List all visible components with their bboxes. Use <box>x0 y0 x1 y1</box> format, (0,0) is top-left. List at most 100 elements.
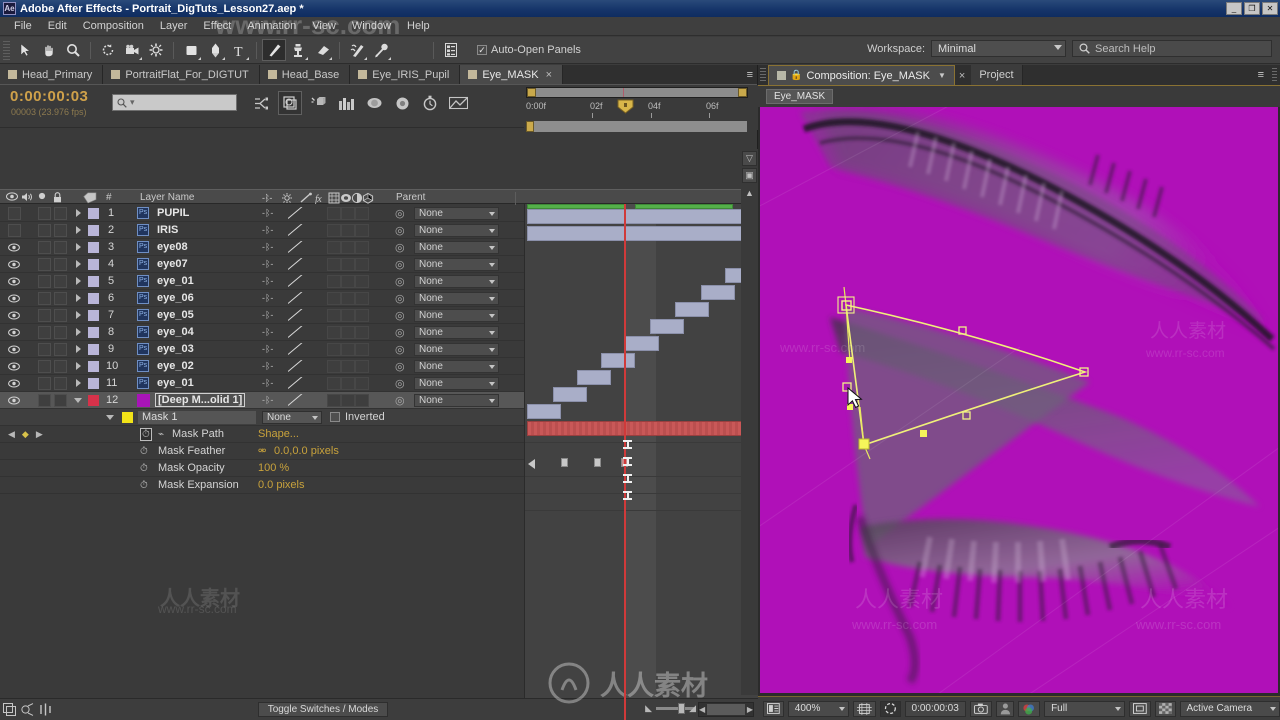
timeline-tab-head-primary[interactable]: Head_Primary <box>0 65 104 84</box>
layer-quality-switch[interactable] <box>288 258 304 270</box>
layer-label-color[interactable] <box>88 326 99 338</box>
maximize-button[interactable]: ❐ <box>1244 2 1260 15</box>
layer-visibility-toggle[interactable] <box>8 392 20 408</box>
roto-brush-tool[interactable] <box>345 39 369 61</box>
layer-shy-switch[interactable]: -ᛒ- <box>262 310 273 320</box>
layer-lock-toggle[interactable] <box>54 393 67 407</box>
layer-switches-group[interactable] <box>327 223 369 237</box>
collapse-layer-triangle-icon[interactable] <box>74 397 82 403</box>
menu-effect[interactable]: Effect <box>195 18 239 34</box>
collapse-mask-triangle-icon[interactable] <box>106 414 114 420</box>
layer-lock-toggle[interactable] <box>54 325 67 339</box>
keyframe-marker[interactable] <box>594 458 601 467</box>
menu-view[interactable]: View <box>304 18 344 34</box>
parent-pickwhip-icon[interactable]: ◎ <box>395 377 405 390</box>
layer-quality-switch[interactable] <box>288 275 304 287</box>
menu-file[interactable]: File <box>6 18 40 34</box>
layer-label-color[interactable] <box>88 394 99 406</box>
layer-shy-switch[interactable]: -ᛒ- <box>262 276 273 286</box>
layer-shy-switch[interactable]: -ᛒ- <box>262 327 273 337</box>
parent-pickwhip-icon[interactable]: ◎ <box>395 309 405 322</box>
layer-name[interactable]: eye07 <box>157 258 188 270</box>
parent-select[interactable]: None <box>414 274 499 288</box>
layer-quality-switch[interactable] <box>288 309 304 321</box>
layer-visibility-toggle[interactable] <box>8 206 21 220</box>
parent-select[interactable]: None <box>414 376 499 390</box>
workspace-select[interactable]: Minimal <box>931 40 1066 57</box>
layer-bar-eye01b[interactable] <box>675 302 709 317</box>
layer-visibility-toggle[interactable] <box>8 375 20 391</box>
layer-solo-toggle[interactable] <box>38 291 51 305</box>
close-button[interactable]: ✕ <box>1262 2 1278 15</box>
time-navigator-end-handle[interactable] <box>738 88 747 97</box>
layer-bar-eye04[interactable] <box>601 353 635 368</box>
layer-lock-toggle[interactable] <box>54 240 67 254</box>
comp-mini-flowchart-icon[interactable] <box>446 91 470 115</box>
parent-pickwhip-icon[interactable]: ◎ <box>395 258 405 271</box>
layer-solo-toggle[interactable] <box>38 240 51 254</box>
next-keyframe-icon[interactable]: ▶ <box>36 429 43 440</box>
parent-pickwhip-icon[interactable]: ◎ <box>395 394 405 407</box>
layer-label-color[interactable] <box>88 309 99 321</box>
layer-switches-group[interactable] <box>327 342 369 356</box>
selection-tool[interactable] <box>13 39 37 61</box>
layer-quality-switch[interactable] <box>288 394 304 406</box>
layer-label-color[interactable] <box>88 275 99 287</box>
region-of-interest-icon[interactable] <box>1128 700 1151 717</box>
expand-layer-triangle-icon[interactable] <box>76 379 81 387</box>
current-time-field[interactable]: 0:00:00:03 <box>904 700 966 717</box>
toolbar-grip[interactable] <box>3 40 10 60</box>
mask-color-swatch[interactable] <box>122 411 133 423</box>
layer-visibility-toggle[interactable] <box>8 324 20 340</box>
parent-pickwhip-icon[interactable]: ◎ <box>395 326 405 339</box>
search-help-input[interactable]: Search Help <box>1072 40 1272 57</box>
layer-switches-group[interactable] <box>327 325 369 339</box>
menu-animation[interactable]: Animation <box>239 18 304 34</box>
panel-grip-right[interactable] <box>1272 68 1277 82</box>
layer-bar-eye05[interactable] <box>625 336 659 351</box>
layer-solo-toggle[interactable] <box>38 359 51 373</box>
menu-window[interactable]: Window <box>344 18 399 34</box>
layer-solo-toggle[interactable] <box>38 393 51 407</box>
parent-pickwhip-icon[interactable]: ◎ <box>395 275 405 288</box>
parent-pickwhip-icon[interactable]: ◎ <box>395 343 405 356</box>
chevron-down-icon[interactable]: ▼ <box>938 71 946 80</box>
layer-visibility-toggle[interactable] <box>8 341 20 357</box>
layer-visibility-toggle[interactable] <box>8 307 20 323</box>
layer-lock-toggle[interactable] <box>54 308 67 322</box>
parent-select[interactable]: None <box>414 240 499 254</box>
lock-icon[interactable]: 🔒 <box>790 70 802 81</box>
layer-visibility-toggle[interactable] <box>8 256 20 272</box>
parent-select[interactable]: None <box>414 223 499 237</box>
layer-lock-toggle[interactable] <box>54 274 67 288</box>
pan-behind-tool[interactable] <box>144 39 168 61</box>
take-snapshot-icon[interactable] <box>969 700 992 717</box>
layer-shy-switch[interactable]: -ᛒ- <box>262 208 273 218</box>
toggle-frame-blending-button[interactable] <box>18 701 36 719</box>
puppet-pin-tool[interactable] <box>369 39 393 61</box>
choose-grid-guides-icon[interactable] <box>853 700 876 717</box>
parent-pickwhip-icon[interactable]: ◎ <box>395 360 405 373</box>
expand-layer-triangle-icon[interactable] <box>76 345 81 353</box>
layer-name[interactable]: eye_03 <box>157 343 194 355</box>
frame-blending-icon[interactable] <box>390 91 414 115</box>
type-tool[interactable]: T <box>227 39 251 61</box>
layer-solo-toggle[interactable] <box>38 308 51 322</box>
parent-pickwhip-icon[interactable]: ◎ <box>395 207 405 220</box>
layer-bar-eye03[interactable] <box>577 370 611 385</box>
layer-shy-switch[interactable]: -ᛒ- <box>262 293 273 303</box>
layer-name[interactable]: IRIS <box>157 224 178 236</box>
time-navigator-start-handle[interactable] <box>527 88 536 97</box>
zoom-level-select[interactable]: 400% <box>787 700 850 717</box>
rectangle-tool[interactable] <box>179 39 203 61</box>
sub-tab-eye-mask[interactable]: Eye_MASK <box>766 89 834 104</box>
auto-open-panels-option[interactable]: ✓ Auto-Open Panels <box>477 44 581 56</box>
expand-layer-triangle-icon[interactable] <box>76 294 81 302</box>
mask-expansion-stopwatch-icon[interactable]: ⏱ <box>140 480 148 491</box>
tab-composition-eye-mask[interactable]: 🔒 Composition: Eye_MASK ▼ <box>768 65 955 85</box>
motion-blur-icon[interactable] <box>306 91 330 115</box>
layer-lock-toggle[interactable] <box>54 206 67 220</box>
graph-editor-icon[interactable] <box>334 91 358 115</box>
layer-bar-eye01[interactable] <box>527 404 561 419</box>
transparency-grid-icon[interactable] <box>1154 700 1176 717</box>
